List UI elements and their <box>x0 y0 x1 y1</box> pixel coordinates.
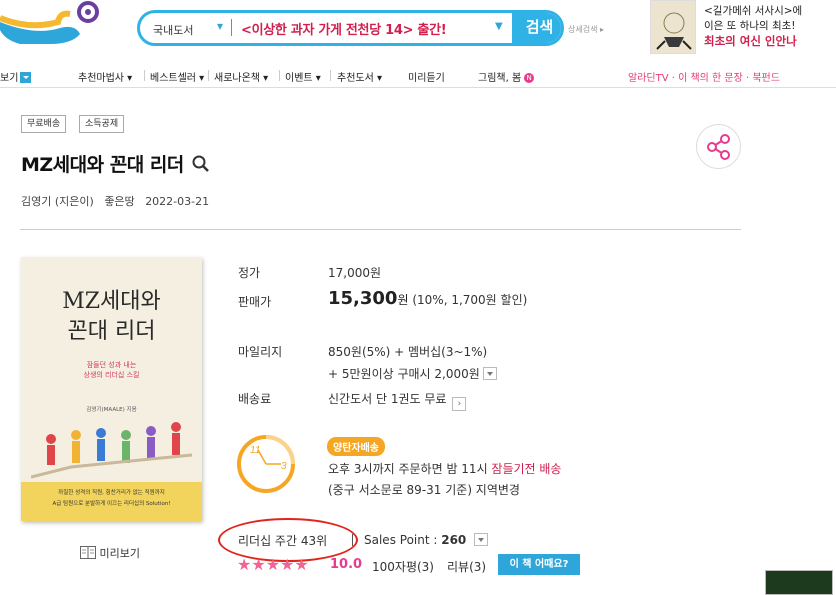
main-nav: 보기 추천마법사 ▾ 베스트셀러 ▾ 새로나온책 ▾ 이벤트 ▾ 추천도서 ▾ … <box>0 62 836 88</box>
nav-divider <box>208 70 209 81</box>
publisher-link[interactable]: 좋은땅 <box>104 195 134 208</box>
delivery-line1-text: 오후 3시까지 주문하면 밤 11시 <box>328 462 492 476</box>
sales-point-value: 260 <box>441 533 467 547</box>
share-icon <box>707 134 730 160</box>
delivery-badge: 양탄자배송 <box>327 437 385 456</box>
star-icon: ★ <box>265 555 281 574</box>
rating-stars: ★★★★★ <box>237 555 309 574</box>
mileage-label: 마일리지 <box>238 345 283 359</box>
cover-title-line2: 꼰대 리더 <box>67 319 156 344</box>
preview-button[interactable]: 미리보기 <box>80 545 140 561</box>
nav-item-recommend-wizard[interactable]: 추천마법사 ▾ <box>78 69 132 84</box>
sales-point-dropdown[interactable] <box>474 533 489 546</box>
book-title-text: MZ세대와 꼰대 리더 <box>21 154 184 176</box>
star-icon: ★ <box>251 555 266 574</box>
sale-price-unit: 원 <box>397 293 409 307</box>
chevron-down-icon[interactable]: ▾ <box>217 19 223 33</box>
nav-divider <box>144 70 145 81</box>
review-link[interactable]: 리뷰(3) <box>447 558 486 575</box>
genie-lamp-logo[interactable] <box>0 0 110 50</box>
cover-band-text2: A급 팀원으로 분발하게 이끄는 리더십의 Solution! <box>52 501 171 507</box>
nav-item-events[interactable]: 이벤트 ▾ <box>285 69 321 84</box>
author-link[interactable]: 김영기 (지은이) <box>21 195 94 208</box>
nav-item-picturebook[interactable]: 그림책, 봄N <box>478 69 535 84</box>
mileage-line1: 850원(5%) + 멤버십(3~1%) <box>328 345 488 359</box>
shipping-text: 신간도서 단 1권도 무료 <box>328 392 447 406</box>
ad-text-line3[interactable]: 최초의 여신 인안나 <box>704 33 797 49</box>
search-bar[interactable]: 국내도서 ▾ <이상한 과자 가게 전천당 14> 출간! ▼ 검색 <box>137 10 564 46</box>
cover-band-text1: 까칠한 성격의 직원, 힘찬거리가 없는 직원까지 <box>58 490 165 496</box>
nav-item-label: 보기 <box>0 73 19 84</box>
share-button[interactable] <box>696 124 741 169</box>
tag-free-shipping: 무료배송 <box>21 115 67 133</box>
search-divider <box>231 19 232 36</box>
star-icon: ★ <box>237 555 252 574</box>
cover-subtitle-line2: 상생의 리더십 스킬 <box>83 371 140 379</box>
book-title: MZ세대와 꼰대 리더 <box>21 150 210 177</box>
sale-price: 15,300 <box>328 288 398 309</box>
rating-score: 10.0 <box>330 557 363 572</box>
chevron-right-icon[interactable]: › <box>452 397 467 411</box>
sale-price-label: 판매가 <box>238 295 272 309</box>
book-icon <box>80 546 96 559</box>
sale-price-row: 15,300원 (10%, 1,700원 할인) <box>328 288 527 309</box>
new-badge: N <box>524 73 535 83</box>
shipping-label: 배송료 <box>238 392 272 406</box>
review100-link[interactable]: 100자평(3) <box>372 558 434 575</box>
clock-icon: 11 3 <box>237 435 295 493</box>
nav-right-links[interactable]: 알라딘TV · 이 책의 한 문장 · 북펀드 <box>628 69 780 84</box>
discount-info: (10%, 1,700원 할인) <box>412 293 528 307</box>
nav-item-new-books[interactable]: 새로나온책 ▾ <box>214 69 268 84</box>
cover-title-line1: MZ세대와 <box>62 289 161 314</box>
search-category-select[interactable]: 국내도서 <box>153 22 193 38</box>
ad-cover-art-icon <box>656 12 692 50</box>
list-price: 17,000원 <box>328 266 382 280</box>
nav-item-label: 그림책, 봄 <box>478 73 522 84</box>
search-button[interactable]: 검색 <box>512 13 561 43</box>
nav-item-bestseller[interactable]: 베스트셀러 ▾ <box>150 69 204 84</box>
nav-divider <box>330 70 331 81</box>
clock-11-label: 11 <box>250 445 260 456</box>
cover-illustration-icon <box>31 422 192 479</box>
sales-point-label: Sales Point : <box>364 533 442 547</box>
section-divider <box>20 229 741 230</box>
search-dropdown-icon[interactable]: ▼ <box>495 21 503 32</box>
nav-item-view[interactable]: 보기 <box>0 69 32 84</box>
mileage-line2: + 5만원이상 구매시 2,000원 <box>328 365 497 382</box>
shipping-row: 신간도서 단 1권도 무료 › <box>328 390 467 411</box>
tag-tax-deduction: 소득공제 <box>79 115 125 133</box>
cover-subtitle-line1: 잠들던 성과 내는 <box>86 361 137 369</box>
star-icon: ★ <box>294 555 309 574</box>
nav-divider <box>279 70 280 81</box>
preview-label: 미리보기 <box>99 547 140 560</box>
detail-search-link[interactable]: 상세검색 ▸ <box>568 24 604 35</box>
sales-point: Sales Point : 260 <box>364 533 489 547</box>
publish-date: 2022-03-21 <box>145 195 210 208</box>
search-icon[interactable] <box>192 155 210 173</box>
list-price-label: 정가 <box>238 266 261 280</box>
nav-item-recommended[interactable]: 추천도서 ▾ <box>337 69 382 84</box>
side-ad-thumbnail[interactable] <box>765 570 833 595</box>
star-icon: ★ <box>280 555 295 574</box>
mileage-dropdown[interactable] <box>482 367 497 380</box>
rank-link[interactable]: 리더십 주간 43위 <box>238 532 327 549</box>
delivery-highlight: 잠들기전 배송 <box>491 462 562 476</box>
chevron-down-icon[interactable] <box>20 72 32 83</box>
nav-item-audio-preview[interactable]: 미리듣기 <box>408 69 445 84</box>
delivery-line2[interactable]: (중구 서소문로 89-31 기준) 지역변경 <box>328 481 520 498</box>
ad-text-line2[interactable]: 이은 또 하나의 최초! <box>704 18 796 33</box>
mileage-line2-text: + 5만원이상 구매시 2,000원 <box>328 367 480 381</box>
cover-author: 김영기(MAALE) 지음 <box>86 407 137 413</box>
how-is-this-book-button[interactable]: 이 책 어때요? <box>498 554 580 575</box>
rank-divider <box>352 534 353 546</box>
book-cover[interactable]: MZ세대와 꼰대 리더 잠들던 성과 내는 상생의 리더십 스킬 김영기(MAA… <box>21 257 202 521</box>
ad-text-line1[interactable]: <길가메쉬 서사시>에 <box>704 3 802 18</box>
header: 국내도서 ▾ <이상한 과자 가게 전천당 14> 출간! ▼ 검색 상세검색 … <box>0 0 836 58</box>
delivery-line1: 오후 3시까지 주문하면 밤 11시 잠들기전 배송 <box>328 460 561 477</box>
clock-3-label: 3 <box>281 461 287 472</box>
book-meta: 김영기 (지은이) 좋은땅 2022-03-21 <box>21 193 209 209</box>
ad-book-cover[interactable] <box>650 0 696 54</box>
search-input[interactable]: <이상한 과자 가게 전천당 14> 출간! <box>241 19 447 38</box>
